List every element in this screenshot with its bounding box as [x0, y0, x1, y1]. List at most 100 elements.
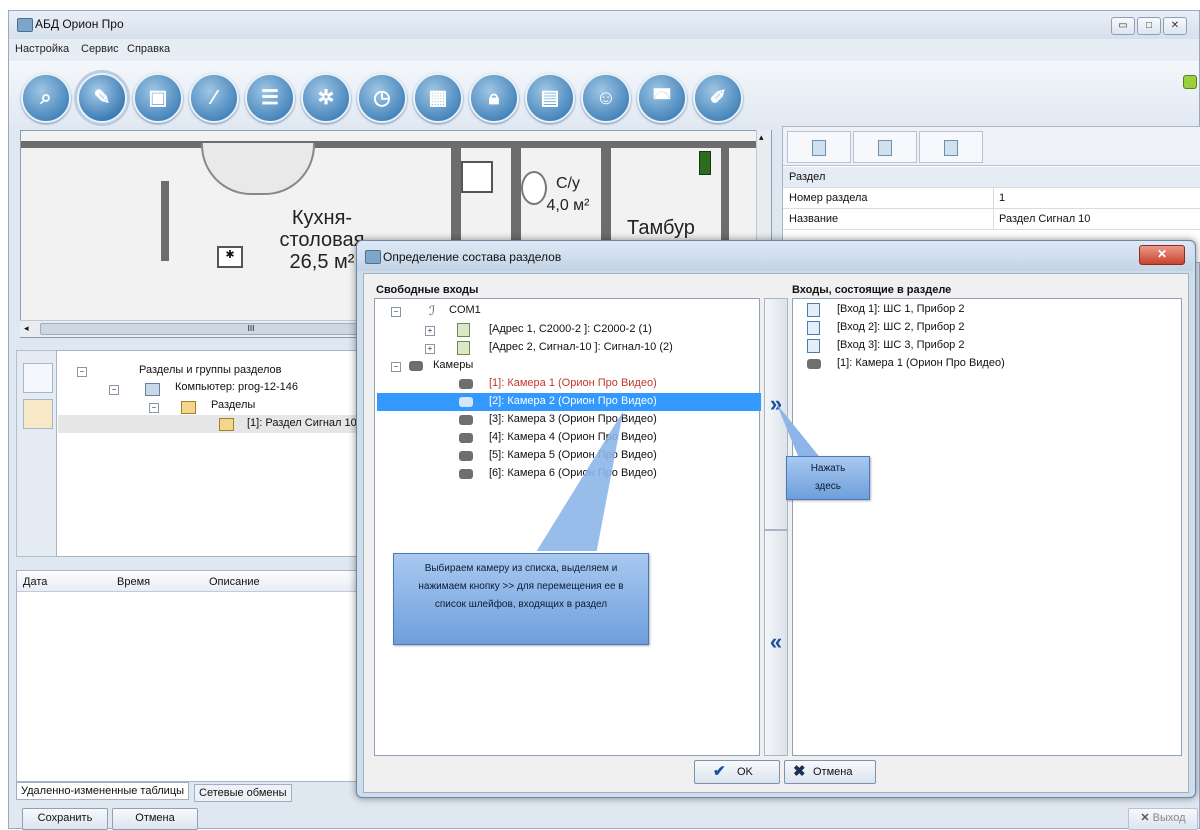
dialog-body: Свободные входы Входы, состоящие в разде…: [363, 273, 1189, 793]
collapse-com-icon[interactable]: −: [391, 307, 401, 317]
menu-bar: Настройка Сервис Справка: [9, 39, 1199, 61]
section-inputs-list[interactable]: [Вход 1]: ШС 1, Прибор 2 [Вход 2]: ШС 2,…: [792, 298, 1182, 756]
event-icon: [878, 140, 892, 156]
camera-icon: [459, 379, 473, 389]
section-input-item[interactable]: [Вход 2]: ШС 2, Прибор 2: [837, 321, 964, 333]
tab-export[interactable]: [919, 131, 983, 163]
col-description[interactable]: Описание: [209, 576, 260, 588]
camera-icon: [409, 361, 423, 371]
tree-device-2[interactable]: [Адрес 2, Сигнал-10 ]: Сигнал-10 (2): [489, 341, 673, 353]
left-side-tabs: [16, 350, 58, 557]
camera-item-selected[interactable]: [2]: Камера 2 (Орион Про Видео): [489, 395, 657, 407]
input-loop-icon: [807, 339, 820, 353]
detector-icon[interactable]: ✱: [217, 246, 243, 268]
collapse-computer-icon[interactable]: −: [109, 385, 119, 395]
sections-dialog: Определение состава разделов ✕ Свободные…: [356, 240, 1196, 798]
dialog-cancel-button[interactable]: ✖ Отмена: [784, 760, 876, 784]
barrier-icon[interactable]: ⁄: [189, 73, 239, 123]
toolbar: ⌕ ✎ ▣ ⁄ ☰ ✲ ◷ ▦ 🔒︎ ▤ ☺ ◚ ✐: [9, 61, 1199, 133]
users-icon[interactable]: ☺: [581, 73, 631, 123]
camera-item[interactable]: [1]: Камера 1 (Орион Про Видео): [489, 377, 657, 389]
section-inputs-label: Входы, состоящие в разделе: [792, 284, 952, 296]
tab-remote-tables[interactable]: Удаленно-измененные таблицы: [16, 782, 190, 800]
tree-section-item[interactable]: [1]: Раздел Сигнал 10: [247, 417, 357, 429]
employee-card-icon[interactable]: ▤: [525, 73, 575, 123]
col-time[interactable]: Время: [117, 576, 150, 588]
tree-computer[interactable]: Компьютер: prog-12-146: [175, 381, 298, 393]
cancel-button[interactable]: Отмена: [112, 808, 198, 830]
camera-icon: [459, 433, 473, 443]
list-icon[interactable]: ☰: [245, 73, 295, 123]
properties-tabs: [783, 127, 1200, 166]
menu-settings[interactable]: Настройка: [15, 43, 69, 55]
section-input-item[interactable]: [Вход 1]: ШС 1, Прибор 2: [837, 303, 964, 315]
dialog-close-button[interactable]: ✕: [1139, 245, 1185, 265]
section-input-item[interactable]: [1]: Камера 1 (Орион Про Видео): [837, 357, 1005, 369]
expand-dev2-icon[interactable]: +: [425, 344, 435, 354]
tab-properties[interactable]: [787, 131, 851, 163]
title-bar: АБД Орион Про ▭ □ ✕: [9, 11, 1199, 39]
dialog-app-icon: [365, 250, 381, 264]
tree-root[interactable]: Разделы и группы разделов: [139, 364, 282, 376]
sections-folder-icon: [181, 401, 196, 414]
tab-events[interactable]: [853, 131, 917, 163]
tree-sections[interactable]: Разделы: [211, 399, 255, 411]
scroll-left-icon[interactable]: ◂: [24, 323, 29, 334]
exit-button[interactable]: ✕ Выход: [1128, 808, 1198, 830]
remove-from-section-button[interactable]: «: [764, 530, 788, 756]
tree-device-1[interactable]: [Адрес 1, С2000-2 ]: С2000-2 (1): [489, 323, 652, 335]
double-chevron-left-icon: «: [769, 629, 783, 654]
input-loop-icon: [807, 321, 820, 335]
computer-icon: [145, 383, 160, 396]
stove-shape: [461, 161, 493, 193]
sensor-icon[interactable]: [699, 151, 711, 175]
events-table: Дата Время Описание: [16, 570, 358, 782]
plan-edit-icon[interactable]: ✎: [77, 73, 127, 123]
save-button[interactable]: Сохранить: [22, 808, 108, 830]
col-date[interactable]: Дата: [23, 576, 47, 588]
com-port-icon: ℐ: [429, 303, 436, 318]
free-inputs-list[interactable]: − ℐ COM1 + [Адрес 1, С2000-2 ]: С2000-2 …: [374, 298, 761, 756]
click-here-callout: Нажать здесь: [786, 456, 870, 500]
section-input-item[interactable]: [Вход 3]: ШС 3, Прибор 2: [837, 339, 964, 351]
camera-icon: [459, 451, 473, 461]
menu-help[interactable]: Справка: [127, 43, 170, 55]
device-icon[interactable]: ▣: [133, 73, 183, 123]
properties-group-header: Раздел: [783, 167, 1200, 188]
device-chip-icon: [457, 341, 470, 355]
minimize-button[interactable]: ▭: [1111, 17, 1135, 35]
camera-icon: [807, 359, 821, 369]
tab-sections-icon[interactable]: [23, 399, 53, 429]
exit-x-icon: ✕: [1140, 812, 1150, 824]
tree-cameras[interactable]: Камеры: [433, 359, 473, 371]
document-brush-icon[interactable]: ✐: [693, 73, 743, 123]
free-inputs-label: Свободные входы: [376, 284, 479, 296]
alarm-clock-icon[interactable]: ◷: [357, 73, 407, 123]
device-chip-icon: [457, 323, 470, 337]
menu-service[interactable]: Сервис: [81, 43, 119, 55]
tree-com1[interactable]: COM1: [449, 304, 481, 316]
collapse-cameras-icon[interactable]: −: [391, 362, 401, 372]
property-row[interactable]: Название Раздел Сигнал 10: [783, 209, 1200, 230]
tab-devices-icon[interactable]: [23, 363, 53, 393]
collapse-sections-icon[interactable]: −: [149, 403, 159, 413]
section-icon: [219, 418, 234, 431]
ok-button[interactable]: ✔ OK: [694, 760, 780, 784]
scroll-up-icon[interactable]: ▴: [759, 132, 764, 143]
events-header: Дата Время Описание: [17, 571, 357, 592]
car-icon[interactable]: ◚: [637, 73, 687, 123]
lock-icon[interactable]: 🔒︎: [469, 73, 519, 123]
expand-dev1-icon[interactable]: +: [425, 326, 435, 336]
camera-icon: [459, 415, 473, 425]
search-icon[interactable]: ⌕: [21, 73, 71, 123]
maximize-button[interactable]: □: [1137, 17, 1161, 35]
dialog-title: Определение состава разделов: [383, 250, 562, 264]
close-window-button[interactable]: ✕: [1163, 17, 1187, 35]
wheel-icon[interactable]: ✲: [301, 73, 351, 123]
instruction-callout: Выбираем камеру из списка, выделяем и на…: [393, 553, 649, 645]
collapse-root-icon[interactable]: −: [77, 367, 87, 377]
status-indicator-icon: [1183, 75, 1197, 89]
schedule-icon[interactable]: ▦: [413, 73, 463, 123]
tab-network[interactable]: Сетевые обмены: [194, 784, 292, 802]
property-row[interactable]: Номер раздела 1: [783, 188, 1200, 209]
